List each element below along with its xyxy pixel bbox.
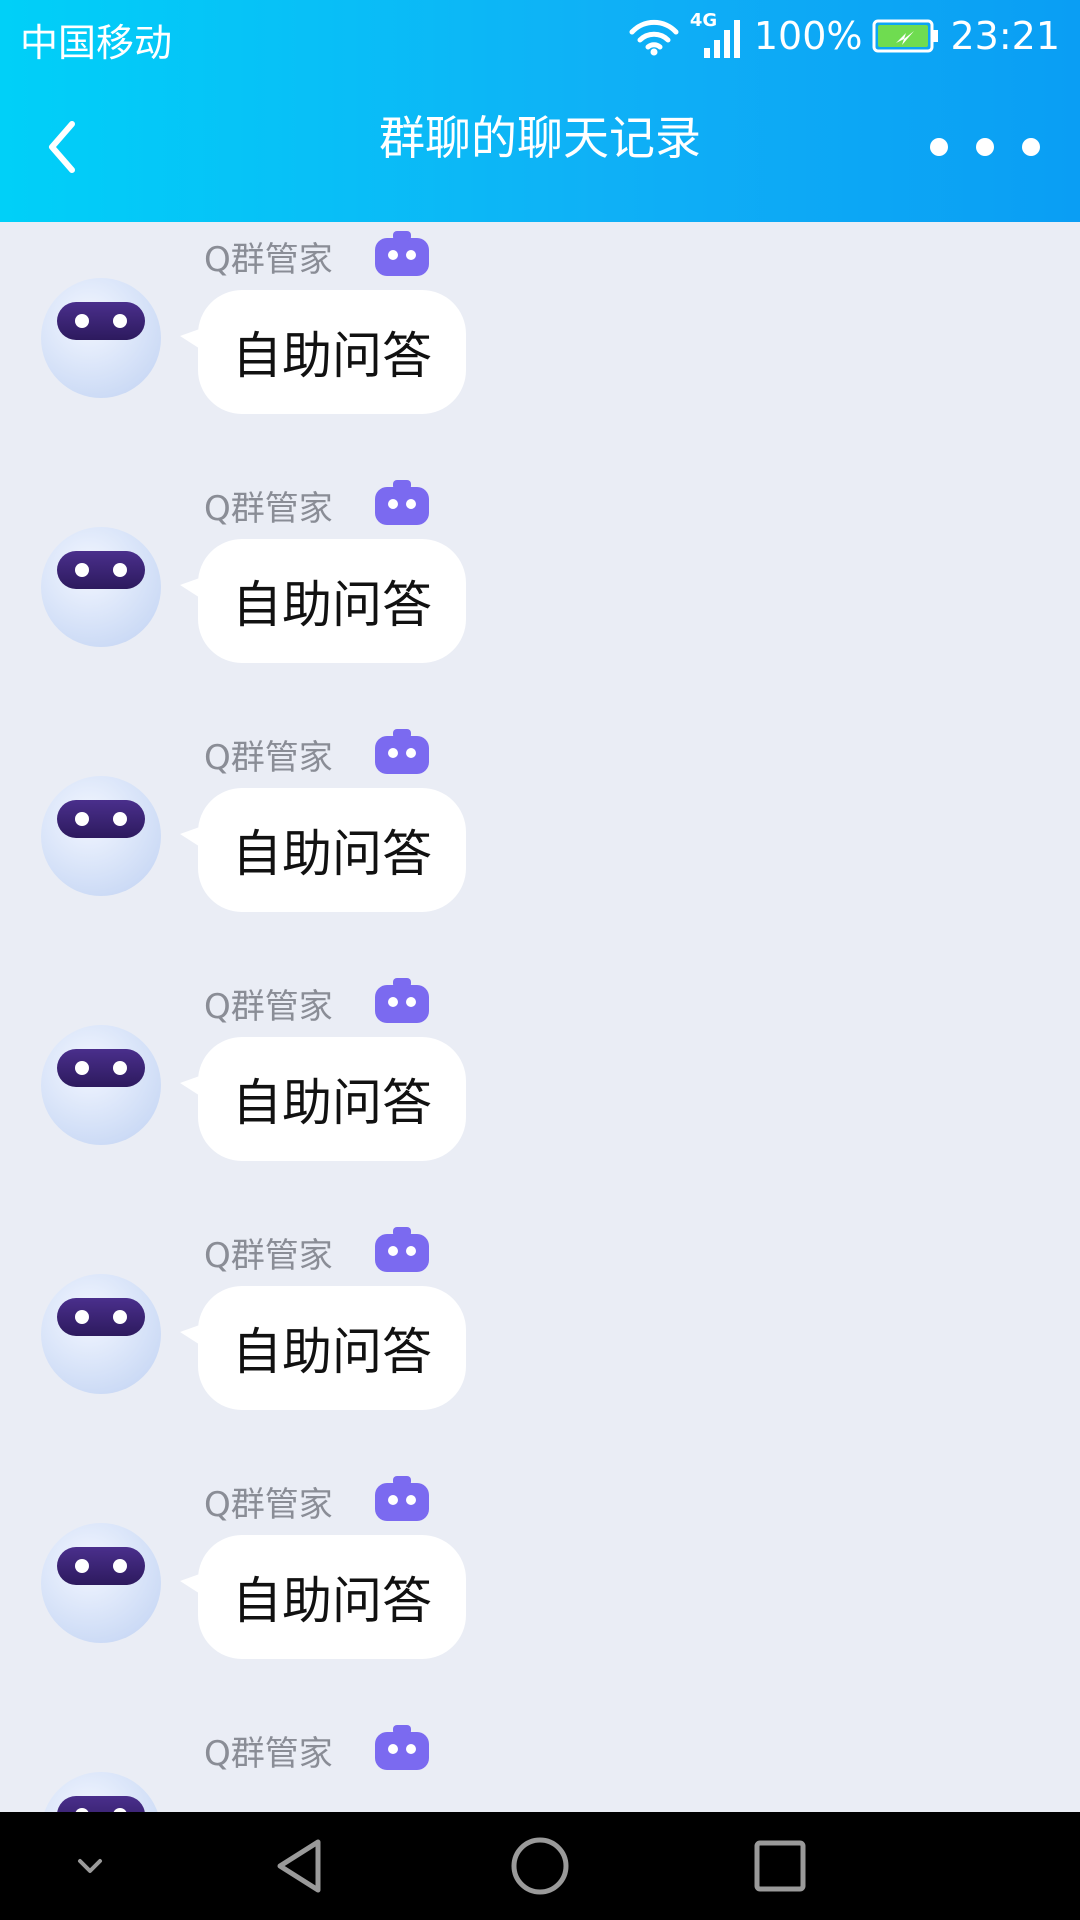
wifi-icon: [629, 19, 679, 56]
recents-button[interactable]: [740, 1812, 820, 1920]
chat-message: Q群管家 自助问答: [0, 720, 1080, 969]
home-circle-icon: [511, 1837, 569, 1895]
avatar[interactable]: [41, 1523, 161, 1643]
collapse-icon: [78, 1859, 102, 1873]
system-navigation-bar: [0, 1812, 1080, 1920]
robot-badge-icon: [375, 1725, 429, 1770]
chat-message: Q群管家 自助问答: [0, 471, 1080, 720]
system-back-button[interactable]: [260, 1812, 340, 1920]
status-bar: 中国移动 4G 100% 23:21: [0, 0, 1080, 72]
more-dots-icon: [930, 138, 948, 156]
battery-percent: 100%: [753, 14, 863, 58]
chat-message: Q群管家 自助问答: [0, 1467, 1080, 1716]
avatar[interactable]: [41, 1772, 161, 1812]
battery-charging-icon: [872, 19, 939, 53]
sender-name: Q群管家: [204, 1236, 333, 1276]
carrier-name: 中国移动: [20, 21, 173, 65]
collapse-button[interactable]: [50, 1812, 130, 1920]
chat-message: Q群管家 自助问答: [0, 969, 1080, 1218]
message-bubble[interactable]: 自助问答: [180, 788, 466, 912]
chat-history-list[interactable]: Q群管家 自助问答 Q群管家 自助问答 Q群管家 自助问答 Q群管家 自助问答 …: [0, 222, 1080, 1812]
home-button[interactable]: [500, 1812, 580, 1920]
robot-badge-icon: [375, 729, 429, 774]
robot-badge-icon: [375, 1476, 429, 1521]
message-bubble[interactable]: 自助问答: [180, 1037, 466, 1161]
message-bubble[interactable]: 自助问答: [180, 1286, 466, 1410]
avatar[interactable]: [41, 278, 161, 398]
page-title: 群聊的聊天记录: [379, 111, 701, 165]
avatar[interactable]: [41, 1274, 161, 1394]
clock: 23:21: [950, 14, 1060, 58]
sender-name: Q群管家: [204, 1734, 333, 1774]
robot-badge-icon: [375, 978, 429, 1023]
chat-message: Q群管家 自助问答: [0, 1218, 1080, 1467]
sender-name: Q群管家: [204, 738, 333, 778]
chat-message: Q群管家: [0, 1716, 1080, 1812]
robot-badge-icon: [375, 480, 429, 525]
sender-name: Q群管家: [204, 1485, 333, 1525]
chat-message: Q群管家 自助问答: [0, 222, 1080, 471]
sender-name: Q群管家: [204, 489, 333, 529]
message-bubble[interactable]: 自助问答: [180, 290, 466, 414]
app-header: 中国移动 4G 100% 23:21 群聊的聊天记录: [0, 0, 1080, 222]
sender-name: Q群管家: [204, 987, 333, 1027]
nav-bar: 群聊的聊天记录: [0, 72, 1080, 222]
message-bubble[interactable]: 自助问答: [180, 1535, 466, 1659]
message-bubble[interactable]: 自助问答: [180, 539, 466, 663]
sender-name: Q群管家: [204, 240, 333, 280]
status-indicators: 4G 100% 23:21: [618, 10, 1060, 62]
recents-square-icon: [754, 1840, 806, 1892]
back-triangle-icon: [277, 1839, 321, 1893]
avatar[interactable]: [41, 1025, 161, 1145]
avatar[interactable]: [41, 776, 161, 896]
robot-badge-icon: [375, 1227, 429, 1272]
robot-badge-icon: [375, 231, 429, 276]
signal-icon: 4G: [690, 10, 744, 60]
avatar[interactable]: [41, 527, 161, 647]
more-button[interactable]: [930, 122, 1040, 172]
